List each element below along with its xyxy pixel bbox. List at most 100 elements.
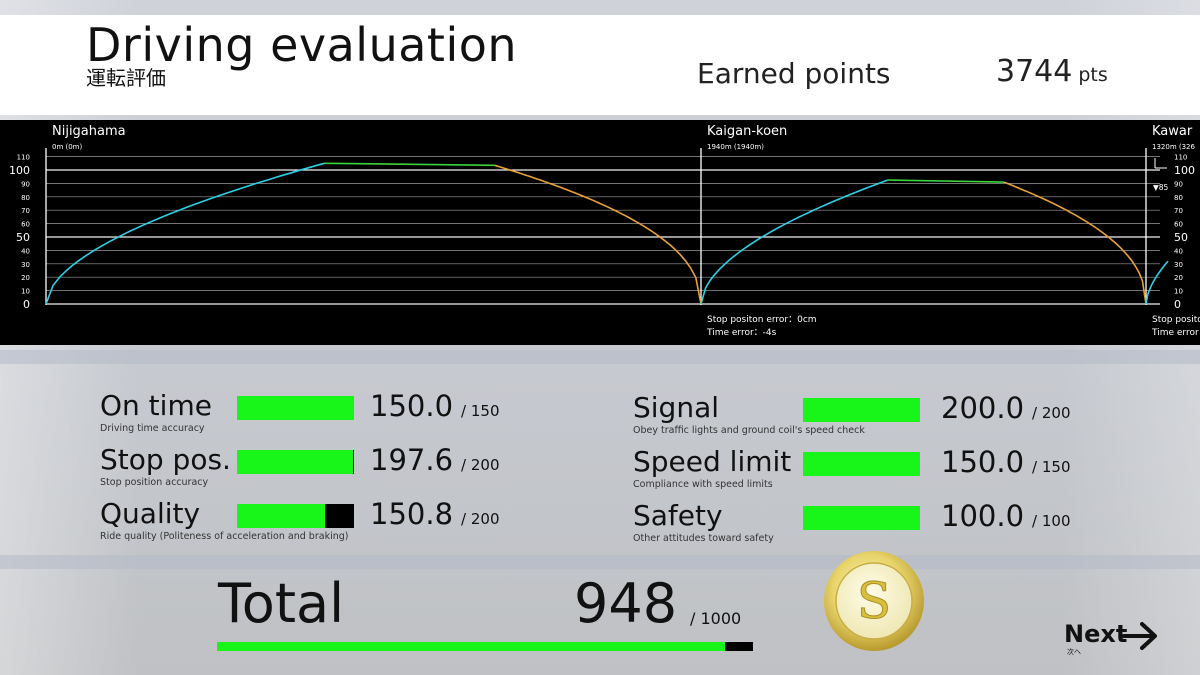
y-tick-label-right: 90 xyxy=(1174,180,1183,188)
score-label: Safety xyxy=(633,499,723,532)
score-label: On time xyxy=(100,389,212,422)
station-name: Kaigan-koen xyxy=(707,124,787,139)
y-tick-label: 50 xyxy=(16,231,30,244)
score-value-group: 150.0 / 150 xyxy=(370,392,499,421)
score-description: Compliance with speed limits xyxy=(633,479,773,490)
station-name: Nijigahama xyxy=(52,124,126,139)
total-label: Total xyxy=(218,572,345,635)
y-tick-label: 70 xyxy=(21,207,30,215)
y-tick-label-right: 80 xyxy=(1174,194,1183,202)
accelerate-curve xyxy=(1145,260,1169,305)
y-tick-label-right: 30 xyxy=(1174,261,1183,269)
station-info: Time error xyxy=(1151,328,1199,338)
earned-points-number: 3744 xyxy=(996,54,1073,89)
score-bar-fill xyxy=(237,450,353,474)
accelerate-curve xyxy=(700,179,889,305)
score-value: 150.8 xyxy=(370,497,454,531)
y-tick-label: 10 xyxy=(21,288,30,296)
score-bar-fill xyxy=(803,398,920,422)
score-value: 100.0 xyxy=(941,499,1025,533)
score-max: / 200 xyxy=(1032,404,1071,422)
earned-points-value: 3744 pts xyxy=(996,57,1108,87)
score-bar xyxy=(803,506,920,530)
score-value-group: 150.0 / 150 xyxy=(941,448,1070,477)
score-bar xyxy=(803,398,920,422)
earned-points-label: Earned points xyxy=(697,57,891,90)
y-tick-label: 110 xyxy=(17,154,30,162)
backdrop-band xyxy=(0,350,1200,364)
total-value: 948 xyxy=(574,572,678,635)
y-tick-label: 100 xyxy=(9,164,30,177)
page-title: Driving evaluation xyxy=(86,18,518,72)
y-tick-label: 30 xyxy=(21,261,30,269)
coast-curve xyxy=(324,162,495,167)
y-tick-label: 20 xyxy=(21,274,30,282)
score-label: Stop pos. xyxy=(100,443,231,476)
y-tick-label-right: 100 xyxy=(1174,164,1195,177)
score-label: Speed limit xyxy=(633,445,792,478)
speed-chart: 0 0 10 10 20 20 30 30 40 40 50 50 60 60 70 70 80 80 90 90 10… xyxy=(9,124,1200,338)
score-value: 200.0 xyxy=(941,391,1025,425)
score-value: 150.0 xyxy=(941,445,1025,479)
score-value-group: 200.0 / 200 xyxy=(941,394,1070,423)
score-value-group: 100.0 / 100 xyxy=(941,502,1070,531)
score-description: Obey traffic lights and ground coil's sp… xyxy=(633,425,865,436)
score-bar xyxy=(237,504,354,528)
rank-s-medal-icon: S xyxy=(822,549,926,653)
station-info: Stop positon error：0cm xyxy=(707,315,817,325)
score-value: 150.0 xyxy=(370,389,454,423)
next-label: Next xyxy=(1064,620,1128,648)
station-distance: 1940m (1940m) xyxy=(707,143,764,151)
score-description: Other attitudes toward safety xyxy=(633,533,774,544)
score-bar xyxy=(237,450,354,474)
score-description: Ride quality (Politeness of acceleration… xyxy=(100,531,349,542)
score-value-group: 197.6 / 200 xyxy=(370,446,499,475)
score-description: Stop position accuracy xyxy=(100,477,209,488)
score-bar xyxy=(237,396,354,420)
y-tick-label-right: 50 xyxy=(1174,231,1188,244)
score-label: Signal xyxy=(633,391,720,424)
next-sub-label: 次へ xyxy=(1067,648,1081,656)
score-max: / 100 xyxy=(1032,512,1071,530)
speed-limit-marker: ▼85 xyxy=(1153,183,1169,192)
score-max: / 150 xyxy=(461,402,500,420)
score-value: 197.6 xyxy=(370,443,454,477)
arrow-right-icon xyxy=(1122,622,1157,650)
score-label: Quality xyxy=(100,497,201,530)
score-bar-fill xyxy=(803,452,920,476)
score-bar-fill xyxy=(237,396,354,420)
rank-letter: S xyxy=(857,572,891,630)
accelerate-curve xyxy=(45,162,325,305)
station-name: Kawar xyxy=(1152,124,1193,139)
y-tick-label-right: 110 xyxy=(1174,154,1187,162)
score-bar xyxy=(803,452,920,476)
station-info: Time error：-4s xyxy=(706,328,777,338)
score-max: / 200 xyxy=(461,456,500,474)
y-tick-label: 80 xyxy=(21,194,30,202)
station-info: Stop positon error xyxy=(1152,315,1200,325)
y-tick-label: 60 xyxy=(21,221,30,229)
page-subtitle: 運転評価 xyxy=(86,66,166,90)
total-bar xyxy=(217,642,753,651)
y-tick-label-right: 60 xyxy=(1174,221,1183,229)
station-distance: 0m (0m) xyxy=(52,143,83,151)
y-tick-label: 90 xyxy=(21,180,30,188)
y-tick-label-right: 70 xyxy=(1174,207,1183,215)
score-description: Driving time accuracy xyxy=(100,423,205,434)
y-tick-label-right: 20 xyxy=(1174,274,1183,282)
y-tick-label-right: 10 xyxy=(1174,288,1183,296)
y-tick-label: 40 xyxy=(21,247,30,255)
y-tick-label-right: 0 xyxy=(1174,298,1181,311)
total-bar-fill xyxy=(217,642,726,651)
score-max: / 150 xyxy=(1032,458,1071,476)
score-bar-fill xyxy=(237,504,326,528)
station-distance: 1320m (326 xyxy=(1152,143,1195,151)
score-bar-fill xyxy=(803,506,920,530)
total-max: / 1000 xyxy=(690,609,742,628)
score-max: / 200 xyxy=(461,510,500,528)
brake-curve xyxy=(1003,181,1147,305)
score-value-group: 150.8 / 200 xyxy=(370,500,499,529)
speed-chart-panel: 0 0 10 10 20 20 30 30 40 40 50 50 60 60 70 70 80 80 90 90 10… xyxy=(0,120,1200,345)
next-button[interactable]: Next 次へ xyxy=(1064,620,1164,660)
earned-points-unit: pts xyxy=(1078,64,1108,86)
